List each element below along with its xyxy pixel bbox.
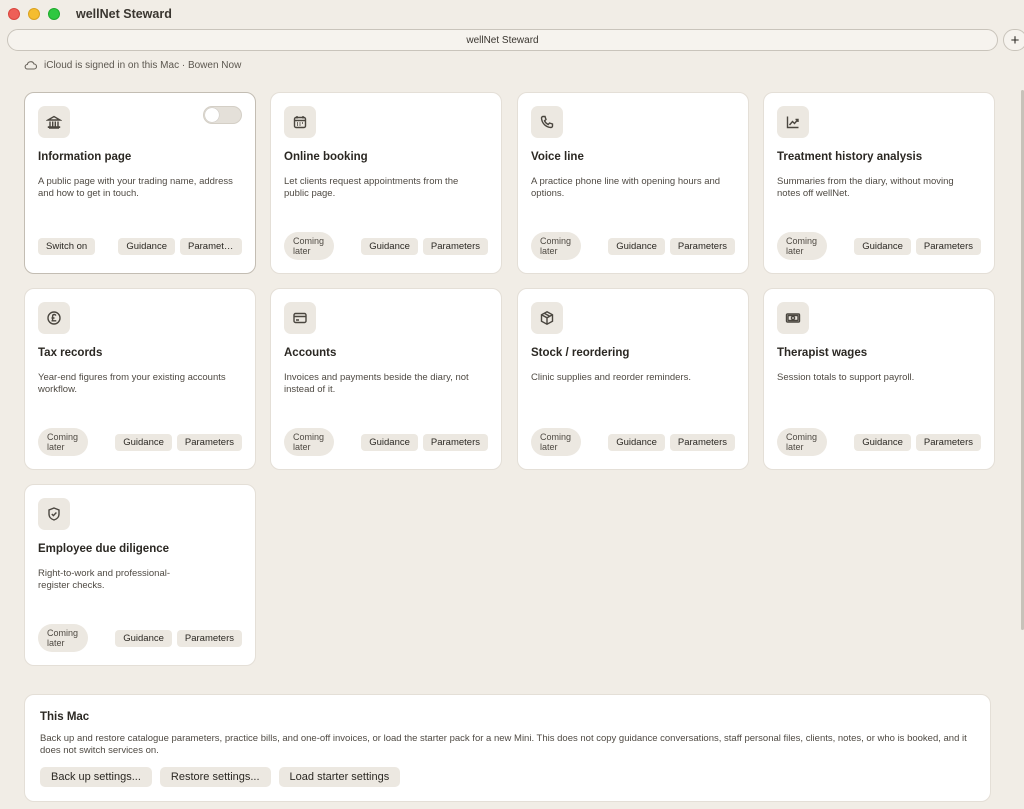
bank-icon (46, 115, 62, 129)
coming-later-badge: Coming later (531, 428, 581, 456)
coming-later-badge: Coming later (284, 428, 334, 456)
coming-later-badge: Coming later (284, 232, 334, 260)
coming-later-badge: Coming later (777, 428, 827, 456)
card-title: Treatment history analysis (777, 151, 923, 163)
load-starter-settings-button[interactable]: Load starter settings (278, 767, 401, 787)
card-description: A public page with your trading name, ad… (38, 176, 233, 199)
phone-icon (540, 115, 554, 129)
card-tax-records: Tax records Year-end figures from your e… (24, 288, 256, 470)
parameters-button[interactable]: Parameters (915, 237, 981, 255)
window-controls (8, 8, 60, 20)
address-bar-title: wellNet Steward (466, 34, 539, 46)
icloud-status-text: iCloud is signed in on this Mac · Bowen … (44, 59, 242, 71)
credit-card-icon (293, 312, 307, 324)
parameters-button[interactable]: Parameters (176, 433, 242, 451)
restore-settings-button[interactable]: Restore settings... (159, 767, 271, 787)
parameters-button[interactable]: Parameters (422, 433, 488, 451)
parameters-button[interactable]: Parameters (915, 433, 981, 451)
close-window-button[interactable] (8, 8, 20, 20)
card-description: Invoices and payments beside the diary, … (284, 372, 469, 395)
card-description: Summaries from the diary, without moving… (777, 176, 954, 199)
card-information-page: Information page A public page with your… (24, 92, 256, 274)
guidance-button[interactable]: Guidance (115, 629, 172, 647)
card-title: Therapist wages (777, 347, 868, 359)
address-bar[interactable]: wellNet Steward (7, 29, 998, 51)
information-page-toggle[interactable] (203, 106, 242, 124)
cloud-icon (24, 61, 37, 70)
minimize-window-button[interactable] (28, 8, 40, 20)
guidance-button[interactable]: Guidance (361, 237, 418, 255)
card-title: Accounts (284, 347, 337, 359)
title-bar: wellNet Steward (0, 0, 1024, 28)
maximize-window-button[interactable] (48, 8, 60, 20)
card-title: Online booking (284, 151, 368, 163)
shield-check-icon (48, 507, 60, 521)
icloud-status: iCloud is signed in on this Mac · Bowen … (24, 58, 241, 72)
back-up-settings-button[interactable]: Back up settings... (40, 767, 152, 787)
coming-later-badge: Coming later (38, 624, 88, 652)
card-title: Voice line (531, 151, 584, 163)
card-treatment-history-analysis: Treatment history analysis Summaries fro… (763, 92, 995, 274)
guidance-button[interactable]: Guidance (115, 433, 172, 451)
coming-later-badge: Coming later (38, 428, 88, 456)
this-mac-title: This Mac (40, 711, 90, 723)
card-accounts: Accounts Invoices and payments beside th… (270, 288, 502, 470)
guidance-button[interactable]: Guidance (118, 237, 175, 255)
parameters-button[interactable]: Parameters (422, 237, 488, 255)
card-description: Right-to-work and professional-register … (38, 568, 171, 591)
card-description: Let clients request appointments from th… (284, 176, 459, 199)
coming-later-badge: Coming later (531, 232, 581, 260)
card-employee-due-diligence: Employee due diligence Right-to-work and… (24, 484, 256, 666)
box-icon (540, 311, 554, 325)
card-description: A practice phone line with opening hours… (531, 176, 721, 199)
guidance-button[interactable]: Guidance (361, 433, 418, 451)
card-title: Tax records (38, 347, 103, 359)
this-mac-panel: This Mac Back up and restore catalogue p… (24, 694, 991, 802)
guidance-button[interactable]: Guidance (608, 237, 665, 255)
window-title: wellNet Steward (76, 7, 172, 21)
this-mac-description: Back up and restore catalogue parameters… (40, 733, 967, 756)
card-title: Information page (38, 151, 132, 163)
card-therapist-wages: Therapist wages Session totals to suppor… (763, 288, 995, 470)
card-title: Stock / reordering (531, 347, 630, 359)
card-description: Year-end figures from your existing acco… (38, 372, 226, 395)
pound-icon (47, 311, 61, 325)
card-voice-line: Voice line A practice phone line with op… (517, 92, 749, 274)
parameters-button[interactable]: Parameters (176, 629, 242, 647)
card-online-booking: Online booking Let clients request appoi… (270, 92, 502, 274)
banknote-icon (785, 313, 801, 323)
coming-later-badge: Coming later (777, 232, 827, 260)
parameters-button[interactable]: Paramete... (180, 237, 242, 255)
calendar-icon (293, 116, 307, 129)
chart-up-icon (786, 116, 799, 129)
card-description: Clinic supplies and reorder reminders. (531, 372, 691, 383)
card-description: Session totals to support payroll. (777, 372, 915, 383)
new-tab-button[interactable]: + (1003, 29, 1024, 51)
guidance-button[interactable]: Guidance (608, 433, 665, 451)
parameters-button[interactable]: Parameters (669, 433, 735, 451)
parameters-button[interactable]: Parameters (669, 237, 735, 255)
guidance-button[interactable]: Guidance (854, 237, 911, 255)
switch-on-button[interactable]: Switch on (38, 237, 96, 255)
guidance-button[interactable]: Guidance (854, 433, 911, 451)
card-stock-reordering: Stock / reordering Clinic supplies and r… (517, 288, 749, 470)
card-title: Employee due diligence (38, 543, 170, 555)
